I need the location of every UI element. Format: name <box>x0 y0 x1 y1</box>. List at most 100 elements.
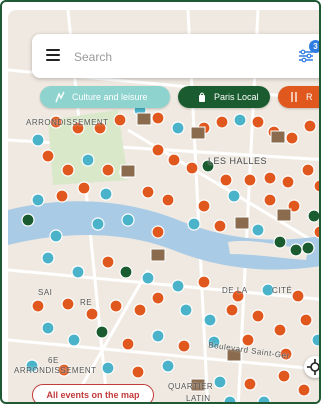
culture-pin[interactable] <box>31 133 45 147</box>
restaurant-pin[interactable] <box>251 309 265 323</box>
culture-pin[interactable] <box>161 359 175 373</box>
chip-restaurants[interactable]: R <box>278 86 319 108</box>
restaurant-pin[interactable] <box>197 199 211 213</box>
place-photo-thumbnail[interactable] <box>190 126 206 140</box>
culture-pin[interactable] <box>151 329 165 343</box>
all-events-button[interactable]: All events on the map <box>32 384 154 402</box>
restaurant-pin[interactable] <box>177 339 191 353</box>
culture-pin[interactable] <box>41 321 55 335</box>
culture-pin[interactable] <box>141 271 155 285</box>
restaurant-pin[interactable] <box>251 115 265 129</box>
place-photo-thumbnail[interactable] <box>136 112 152 126</box>
culture-pin[interactable] <box>41 251 55 265</box>
local-shop-pin[interactable] <box>307 209 320 223</box>
local-shop-pin[interactable] <box>95 325 109 339</box>
local-shop-pin[interactable] <box>301 241 315 255</box>
restaurant-pin[interactable] <box>219 173 233 187</box>
culture-pin[interactable] <box>49 229 63 243</box>
restaurant-pin[interactable] <box>263 193 277 207</box>
restaurant-pin[interactable] <box>101 255 115 269</box>
culture-pin[interactable] <box>179 303 193 317</box>
restaurant-pin[interactable] <box>241 333 255 347</box>
culture-pin[interactable] <box>101 361 115 375</box>
restaurant-pin[interactable] <box>291 289 305 303</box>
culture-pin[interactable] <box>67 333 81 347</box>
restaurant-pin[interactable] <box>141 185 155 199</box>
culture-pin[interactable] <box>251 223 265 237</box>
restaurant-pin[interactable] <box>77 181 91 195</box>
restaurant-pin[interactable] <box>151 291 165 305</box>
map-label-cite: CITÉ <box>272 286 293 295</box>
place-photo-thumbnail[interactable] <box>234 216 250 230</box>
restaurant-pin[interactable] <box>151 111 165 125</box>
restaurant-pin[interactable] <box>131 365 145 379</box>
restaurant-pin[interactable] <box>313 179 321 193</box>
culture-pin[interactable] <box>227 189 241 203</box>
chip-label: Paris Local <box>214 92 259 102</box>
restaurant-pin[interactable] <box>133 303 147 317</box>
restaurant-pin[interactable] <box>61 163 75 177</box>
restaurant-pin[interactable] <box>263 171 277 185</box>
menu-icon[interactable] <box>46 49 60 61</box>
local-shop-pin[interactable] <box>119 265 133 279</box>
culture-pin[interactable] <box>223 395 237 404</box>
local-shop-pin[interactable] <box>289 243 303 257</box>
restaurant-pin[interactable] <box>273 323 287 337</box>
restaurant-pin[interactable] <box>303 119 317 133</box>
restaurant-pin[interactable] <box>285 131 299 145</box>
culture-pin[interactable] <box>91 217 105 231</box>
restaurant-pin[interactable] <box>243 173 257 187</box>
culture-pin[interactable] <box>203 313 217 327</box>
restaurant-pin[interactable] <box>313 225 321 239</box>
fork-knife-icon <box>291 92 297 102</box>
restaurant-pin[interactable] <box>113 113 127 127</box>
culture-pin[interactable] <box>311 333 321 347</box>
culture-pin[interactable] <box>81 153 95 167</box>
local-shop-pin[interactable] <box>21 213 35 227</box>
culture-pin[interactable] <box>213 375 227 389</box>
chip-paris-local[interactable]: Paris Local <box>178 86 270 108</box>
culture-pin[interactable] <box>71 265 85 279</box>
restaurant-pin[interactable] <box>121 337 135 351</box>
restaurant-pin[interactable] <box>301 163 315 177</box>
restaurant-pin[interactable] <box>281 175 295 189</box>
restaurant-pin[interactable] <box>213 219 227 233</box>
culture-pin[interactable] <box>233 113 247 127</box>
map-label-arrondissement-6: ARRONDISSEMENT <box>14 366 97 375</box>
restaurant-pin[interactable] <box>215 115 229 129</box>
place-photo-thumbnail[interactable] <box>276 208 292 222</box>
culture-pin[interactable] <box>31 193 45 207</box>
restaurant-pin[interactable] <box>101 163 115 177</box>
restaurant-pin[interactable] <box>109 299 123 313</box>
restaurant-pin[interactable] <box>151 143 165 157</box>
culture-pin[interactable] <box>99 187 113 201</box>
place-photo-thumbnail[interactable] <box>150 248 166 262</box>
chip-culture-and-leisure[interactable]: Culture and leisure <box>40 86 170 108</box>
restaurant-pin[interactable] <box>151 225 165 239</box>
place-photo-thumbnail[interactable] <box>120 164 136 178</box>
restaurant-pin[interactable] <box>277 369 291 383</box>
restaurant-pin[interactable] <box>41 149 55 163</box>
restaurant-pin[interactable] <box>167 153 181 167</box>
restaurant-pin[interactable] <box>197 275 211 289</box>
culture-pin[interactable] <box>171 279 185 293</box>
culture-pin[interactable] <box>171 121 185 135</box>
culture-pin[interactable] <box>187 217 201 231</box>
place-photo-thumbnail[interactable] <box>270 130 286 144</box>
restaurant-pin[interactable] <box>297 383 311 397</box>
restaurant-pin[interactable] <box>55 189 69 203</box>
restaurant-pin[interactable] <box>299 313 313 327</box>
restaurant-pin[interactable] <box>243 377 257 391</box>
local-shop-pin[interactable] <box>273 235 287 249</box>
culture-pin[interactable] <box>121 213 135 227</box>
culture-pin[interactable] <box>257 395 271 404</box>
restaurant-pin[interactable] <box>185 161 199 175</box>
restaurant-pin[interactable] <box>85 307 99 321</box>
search-input[interactable] <box>72 46 276 68</box>
restaurant-pin[interactable] <box>31 299 45 313</box>
locate-button[interactable] <box>304 356 319 378</box>
restaurant-pin[interactable] <box>225 303 239 317</box>
restaurant-pin[interactable] <box>161 193 175 207</box>
chip-label: Culture and leisure <box>72 92 148 102</box>
restaurant-pin[interactable] <box>61 297 75 311</box>
